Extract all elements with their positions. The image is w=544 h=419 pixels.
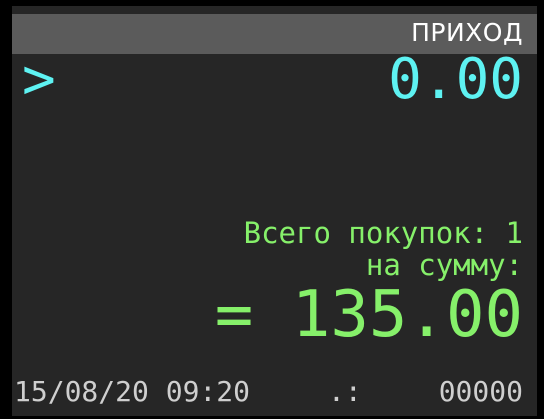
- display-panel: ПРИХОД > 0.00 Всего покупок: 1 на сумму:…: [12, 6, 537, 416]
- status-separator: .:: [328, 375, 362, 408]
- total-amount: = 135.00: [214, 278, 523, 352]
- cash-register-screen: ПРИХОД > 0.00 Всего покупок: 1 на сумму:…: [0, 0, 544, 419]
- datetime-display: 15/08/20 09:20: [14, 375, 251, 408]
- purchases-count-label: Всего покупок: 1: [243, 216, 523, 250]
- status-bar: 15/08/20 09:20 .: 00000: [12, 372, 537, 412]
- mode-title: ПРИХОД: [411, 18, 523, 47]
- input-amount: 0.00: [388, 47, 523, 112]
- input-prompt-icon: >: [22, 47, 56, 112]
- receipt-counter: 00000: [438, 375, 523, 408]
